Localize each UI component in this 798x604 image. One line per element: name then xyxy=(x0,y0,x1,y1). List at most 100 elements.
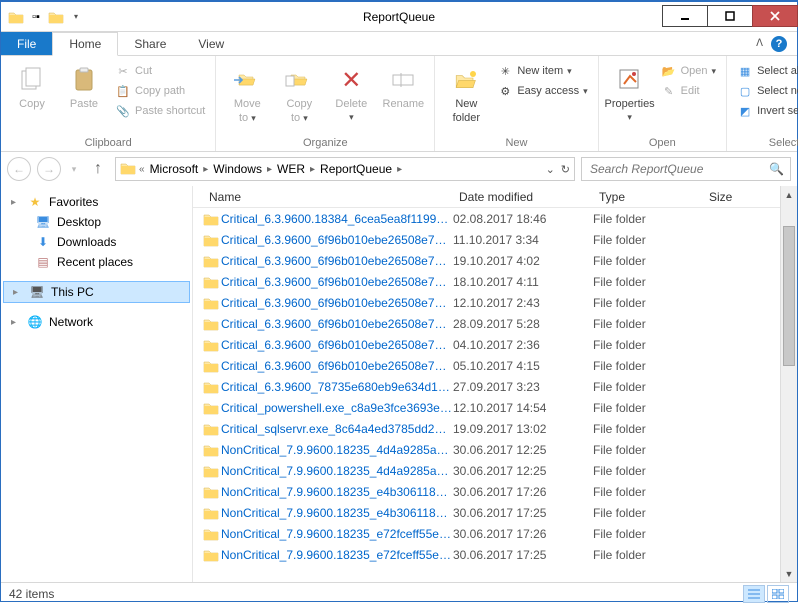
cut-button[interactable]: ✂Cut xyxy=(111,62,209,80)
row-date: 30.06.2017 12:25 xyxy=(453,443,593,457)
row-date: 02.08.2017 18:46 xyxy=(453,212,593,226)
nav-back-button[interactable]: ← xyxy=(7,157,31,181)
address-bar[interactable]: « Microsoft ▸ Windows ▸ WER ▸ ReportQueu… xyxy=(115,157,575,181)
scroll-up-icon[interactable]: ▲ xyxy=(781,186,797,203)
table-row[interactable]: Critical_6.3.9600_6f96b010ebe26508e78bd.… xyxy=(193,271,780,292)
column-type[interactable]: Type xyxy=(593,190,703,204)
chevron-right-icon[interactable]: ▸ xyxy=(202,164,209,175)
row-type: File folder xyxy=(593,254,703,268)
folder-icon xyxy=(203,401,221,415)
nav-history-dropdown[interactable]: ▾ xyxy=(67,157,81,181)
tab-home[interactable]: Home xyxy=(52,32,118,56)
minimize-button[interactable] xyxy=(662,5,708,27)
help-button[interactable]: ? xyxy=(771,36,787,52)
crumb-3[interactable]: ReportQueue xyxy=(318,162,394,176)
column-date[interactable]: Date modified xyxy=(453,190,593,204)
new-item-icon: ✳ xyxy=(497,63,513,79)
refresh-button[interactable]: ↻ xyxy=(561,163,570,176)
chevron-right-icon[interactable]: ▸ xyxy=(309,164,316,175)
table-row[interactable]: NonCritical_7.9.9600.18235_4d4a9285a2d..… xyxy=(193,460,780,481)
easy-access-button[interactable]: ⚙Easy access ▾ xyxy=(493,82,591,100)
crumb-2[interactable]: WER xyxy=(275,162,307,176)
copy-to-button[interactable]: Copyto ▾ xyxy=(274,60,324,136)
copy-button[interactable]: Copy xyxy=(7,60,57,136)
chevron-icon[interactable]: « xyxy=(138,164,146,175)
table-row[interactable]: Critical_6.3.9600_6f96b010ebe26508e78bd.… xyxy=(193,313,780,334)
nav-this-pc[interactable]: ▸🖥This PC xyxy=(3,281,190,303)
table-row[interactable]: Critical_6.3.9600.18384_6cea5ea8f1199a2a… xyxy=(193,208,780,229)
copy-to-icon xyxy=(283,64,315,96)
open-button[interactable]: 📂Open ▾ xyxy=(657,62,720,80)
file-list-area: Name Date modified Type Size Critical_6.… xyxy=(193,186,797,582)
paste-shortcut-button[interactable]: 📎Paste shortcut xyxy=(111,102,209,120)
qat-dropdown-icon[interactable]: ▾ xyxy=(67,8,85,26)
chevron-right-icon[interactable]: ▸ xyxy=(396,164,403,175)
title-bar: ▫▪ ▾ ReportQueue xyxy=(1,2,797,32)
crumb-1[interactable]: Windows xyxy=(211,162,264,176)
table-row[interactable]: NonCritical_7.9.9600.18235_e72fceff55eae… xyxy=(193,544,780,565)
rename-button[interactable]: Rename xyxy=(378,60,428,136)
table-row[interactable]: Critical_6.3.9600_6f96b010ebe26508e78bd.… xyxy=(193,250,780,271)
view-details-button[interactable] xyxy=(743,585,765,603)
close-button[interactable] xyxy=(752,5,798,27)
properties-icon[interactable]: ▫▪ xyxy=(27,8,45,26)
new-folder-button[interactable]: Newfolder xyxy=(441,60,491,136)
nav-favorites[interactable]: ▸★Favorites xyxy=(1,192,192,212)
select-none-button[interactable]: ▢Select none xyxy=(733,82,798,100)
row-name: NonCritical_7.9.9600.18235_e72fceff55eae… xyxy=(221,548,453,562)
group-label-organize: Organize xyxy=(222,136,428,149)
scroll-thumb[interactable] xyxy=(783,226,795,366)
search-input[interactable] xyxy=(588,161,748,177)
paste-button[interactable]: Paste xyxy=(59,60,109,136)
table-row[interactable]: Critical_sqlservr.exe_8c64a4ed3785dd2e8.… xyxy=(193,418,780,439)
nav-network[interactable]: ▸🌐Network xyxy=(1,312,192,332)
chevron-right-icon[interactable]: ▸ xyxy=(266,164,273,175)
table-row[interactable]: Critical_6.3.9600_6f96b010ebe26508e78bd.… xyxy=(193,229,780,250)
table-row[interactable]: Critical_6.3.9600_6f96b010ebe26508e78bd.… xyxy=(193,355,780,376)
table-row[interactable]: Critical_6.3.9600_6f96b010ebe26508e78bd.… xyxy=(193,334,780,355)
select-all-button[interactable]: ▦Select all xyxy=(733,62,798,80)
column-size[interactable]: Size xyxy=(703,190,763,204)
copy-path-button[interactable]: 📋Copy path xyxy=(111,82,209,100)
delete-button[interactable]: ✕ Delete▾ xyxy=(326,60,376,136)
tab-view[interactable]: View xyxy=(182,32,240,55)
row-name: NonCritical_7.9.9600.18235_e72fceff55eae… xyxy=(221,527,453,541)
folder-icon xyxy=(203,506,221,520)
edit-button[interactable]: ✎Edit xyxy=(657,82,720,100)
nav-downloads[interactable]: ⬇Downloads xyxy=(1,232,192,252)
nav-forward-button[interactable]: → xyxy=(37,157,61,181)
nav-desktop[interactable]: 🖥Desktop xyxy=(1,212,192,232)
nav-recent[interactable]: ▤Recent places xyxy=(1,252,192,272)
tab-share[interactable]: Share xyxy=(118,32,182,55)
table-row[interactable]: NonCritical_7.9.9600.18235_e72fceff55eae… xyxy=(193,523,780,544)
folder-icon xyxy=(203,317,221,331)
row-type: File folder xyxy=(593,464,703,478)
search-box[interactable]: 🔍 xyxy=(581,157,791,181)
properties-button[interactable]: Properties▾ xyxy=(605,60,655,136)
move-to-button[interactable]: Moveto ▾ xyxy=(222,60,272,136)
paste-icon xyxy=(68,64,100,96)
tab-file[interactable]: File xyxy=(1,32,52,55)
table-row[interactable]: NonCritical_7.9.9600.18235_e4b3061182fe.… xyxy=(193,481,780,502)
search-icon[interactable]: 🔍 xyxy=(769,162,784,176)
maximize-button[interactable] xyxy=(707,5,753,27)
new-folder-icon[interactable] xyxy=(47,8,65,26)
paste-shortcut-icon: 📎 xyxy=(115,103,131,119)
minimize-ribbon-button[interactable]: ᐱ xyxy=(756,38,763,49)
table-row[interactable]: Critical_6.3.9600_6f96b010ebe26508e78bd.… xyxy=(193,292,780,313)
view-icons-button[interactable] xyxy=(767,585,789,603)
table-row[interactable]: NonCritical_7.9.9600.18235_4d4a9285a2d..… xyxy=(193,439,780,460)
column-name[interactable]: Name xyxy=(203,190,453,204)
table-row[interactable]: NonCritical_7.9.9600.18235_e4b3061182fe.… xyxy=(193,502,780,523)
address-dropdown-icon[interactable]: ⌄ xyxy=(546,163,555,176)
invert-selection-button[interactable]: ◩Invert selection xyxy=(733,102,798,120)
crumb-0[interactable]: Microsoft xyxy=(148,162,201,176)
table-row[interactable]: Critical_powershell.exe_c8a9e3fce3693e5.… xyxy=(193,397,780,418)
scroll-down-icon[interactable]: ▼ xyxy=(781,565,797,582)
new-item-button[interactable]: ✳New item ▾ xyxy=(493,62,591,80)
row-name: Critical_6.3.9600_6f96b010ebe26508e78bd.… xyxy=(221,254,453,268)
folder-icon xyxy=(203,359,221,373)
vertical-scrollbar[interactable]: ▲ ▼ xyxy=(780,186,797,582)
nav-up-button[interactable]: ↑ xyxy=(87,158,109,180)
table-row[interactable]: Critical_6.3.9600_78735e680eb9e634d1221.… xyxy=(193,376,780,397)
